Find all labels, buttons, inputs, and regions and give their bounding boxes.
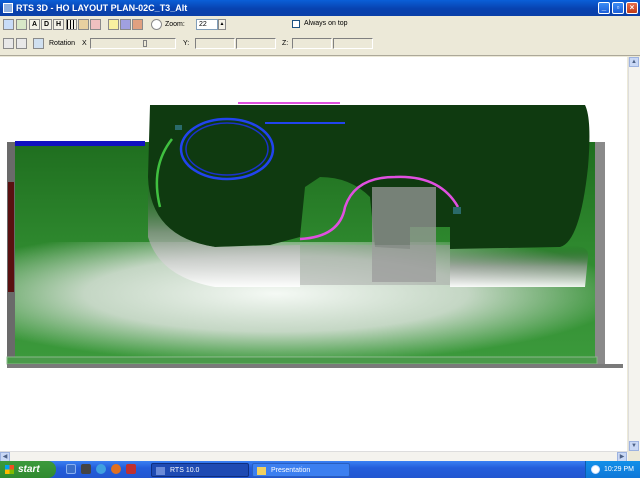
- view-select-icon[interactable]: [3, 19, 14, 30]
- firefox-icon[interactable]: [111, 464, 121, 474]
- 3d-viewport[interactable]: [0, 57, 627, 451]
- baseboard-shadow-right: [450, 245, 589, 287]
- view-fit-icon[interactable]: [16, 19, 27, 30]
- scene-icon[interactable]: [120, 19, 131, 30]
- zoom-magnifier-icon: [151, 19, 162, 30]
- button-h[interactable]: H: [53, 19, 64, 30]
- zoom-spinner[interactable]: ▲: [218, 19, 226, 30]
- rts3d-window: RTS 3D - HO LAYOUT PLAN-02C_T3_Alt _ ▫ ×…: [0, 0, 640, 462]
- show-desktop-icon[interactable]: [66, 464, 76, 474]
- scroll-down-icon[interactable]: ▼: [629, 441, 639, 451]
- start-label: start: [18, 464, 40, 475]
- clock: 10:29 PM: [604, 466, 634, 473]
- track-icon[interactable]: [78, 19, 89, 30]
- texture-icon[interactable]: [132, 19, 143, 30]
- track-bumper: [453, 207, 461, 214]
- task-presentation[interactable]: Presentation: [252, 463, 350, 477]
- rotation-label: Rotation: [49, 40, 76, 47]
- clock-tray-icon[interactable]: [591, 465, 600, 474]
- horizontal-scrollbar[interactable]: ◀ ▶: [0, 451, 628, 462]
- camera-icon[interactable]: [16, 38, 27, 49]
- scroll-up-icon[interactable]: ▲: [629, 57, 639, 67]
- lower-shade: [300, 245, 450, 285]
- task-rts[interactable]: RTS 10.0: [151, 463, 249, 477]
- table-edge-right: [595, 142, 605, 364]
- rotation-z-slider-a[interactable]: [292, 38, 332, 49]
- title-bar[interactable]: RTS 3D - HO LAYOUT PLAN-02C_T3_Alt _ ▫ ×: [0, 0, 640, 16]
- table-blue-edge: [15, 141, 145, 146]
- rotation-x-thumb[interactable]: [143, 40, 147, 47]
- restore-icon[interactable]: ▫: [612, 2, 624, 14]
- rotation-y-slider-b[interactable]: [236, 38, 276, 49]
- table-floor-line: [7, 364, 623, 368]
- rotate-icon[interactable]: [33, 38, 44, 49]
- zoom-input[interactable]: 22: [196, 19, 218, 30]
- windows-flag-icon: [5, 465, 14, 474]
- light-icon[interactable]: [108, 19, 119, 30]
- quicklaunch-icon-5[interactable]: [126, 464, 136, 474]
- start-button[interactable]: start: [0, 461, 56, 478]
- rotation-z-slider-b[interactable]: [333, 38, 373, 49]
- toolbar: A D H Zoom: 22 ▲ Always on top Rotation …: [0, 16, 640, 56]
- button-d[interactable]: D: [41, 19, 52, 30]
- vertical-scrollbar[interactable]: ▲ ▼: [628, 57, 640, 451]
- track-marker: [175, 125, 182, 130]
- task-presentation-label: Presentation: [271, 467, 311, 474]
- always-on-top-checkbox[interactable]: [292, 20, 300, 28]
- rotation-x-slider[interactable]: [90, 38, 176, 49]
- app-icon: [3, 3, 13, 13]
- zoom-label: Zoom:: [165, 21, 185, 28]
- rotation-y-label: Y:: [183, 40, 190, 47]
- remove-icon[interactable]: [90, 19, 101, 30]
- print-icon[interactable]: [3, 38, 14, 49]
- rotation-z-label: Z:: [282, 40, 289, 47]
- ie-icon[interactable]: [96, 464, 106, 474]
- window-title: RTS 3D - HO LAYOUT PLAN-02C_T3_Alt: [16, 3, 188, 13]
- table-front-edge: [6, 356, 598, 365]
- quicklaunch-icon-2[interactable]: [81, 464, 91, 474]
- taskbar: start RTS 10.0 Presentation 10:29 PM: [0, 461, 640, 478]
- folder-icon: [257, 467, 266, 475]
- button-a[interactable]: A: [29, 19, 40, 30]
- rotation-x-label: X: [82, 40, 87, 47]
- rotation-y-slider-a[interactable]: [195, 38, 235, 49]
- table-edge-dark: [8, 182, 14, 292]
- grid-icon[interactable]: [66, 19, 77, 30]
- layout-render: [6, 102, 623, 368]
- close-icon[interactable]: ×: [626, 2, 638, 14]
- minimize-icon[interactable]: _: [598, 2, 610, 14]
- system-tray: 10:29 PM: [585, 461, 640, 478]
- always-on-top-label: Always on top: [304, 20, 348, 27]
- task-rts-label: RTS 10.0: [170, 467, 200, 474]
- rts-task-icon: [156, 467, 165, 475]
